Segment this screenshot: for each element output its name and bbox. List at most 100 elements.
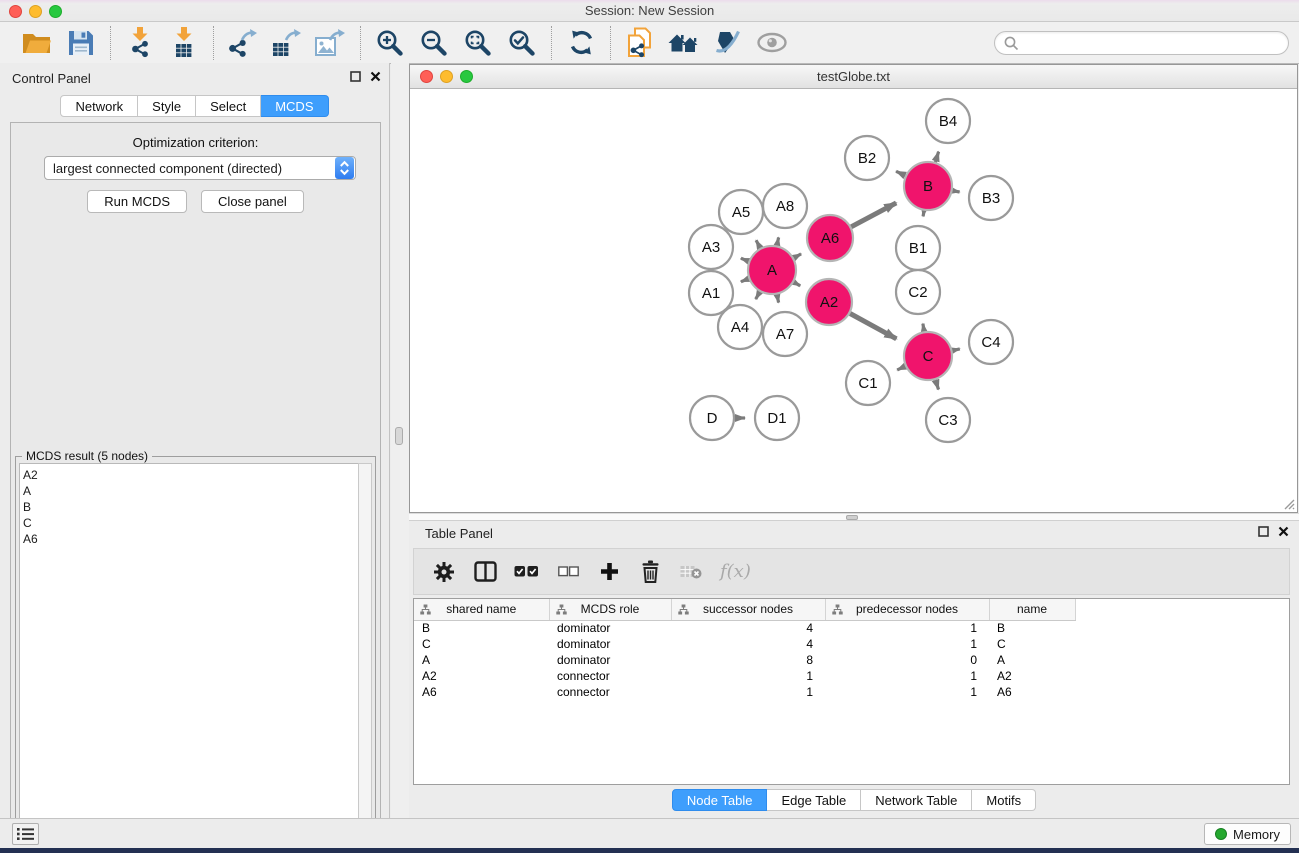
tab-network-table[interactable]: Network Table [861, 789, 972, 811]
table-row[interactable]: Adominator80A [414, 652, 1290, 668]
tab-mcds[interactable]: MCDS [261, 95, 328, 117]
table-cell[interactable]: 4 [671, 620, 825, 636]
tab-select[interactable]: Select [196, 95, 261, 117]
save-icon[interactable] [62, 25, 100, 61]
table-cell[interactable]: 4 [671, 636, 825, 652]
result-list-item[interactable]: C [23, 515, 358, 531]
search-input[interactable] [1023, 34, 1288, 52]
graph-edge-A-A4[interactable] [756, 292, 760, 299]
graph-edge-C-C4[interactable] [952, 349, 959, 351]
result-list-item[interactable]: A2 [23, 467, 358, 483]
table-cell[interactable]: A6 [989, 684, 1075, 700]
result-list-item[interactable]: A6 [23, 531, 358, 547]
graph-edge-C-C2[interactable] [923, 324, 924, 332]
table-cell[interactable]: C [414, 636, 549, 652]
table-cell[interactable]: A6 [414, 684, 549, 700]
graph-edge-B-B1[interactable] [923, 211, 924, 217]
table-cell[interactable]: connector [549, 668, 671, 684]
table-row[interactable]: Bdominator41B [414, 620, 1290, 636]
vertical-splitter-handle[interactable] [395, 427, 403, 445]
criterion-select[interactable]: largest connected component (directed) [44, 156, 356, 180]
graph-edge-A-A7[interactable] [777, 295, 779, 303]
memory-button[interactable]: Memory [1204, 823, 1291, 845]
add-row-icon[interactable] [597, 558, 621, 586]
network-file-icon[interactable] [621, 25, 659, 61]
table-cell[interactable]: 1 [825, 684, 989, 700]
graph-edge-A-A8[interactable] [777, 237, 779, 245]
horizontal-splitter-handle[interactable] [846, 515, 858, 520]
zoom-in-icon[interactable] [371, 25, 409, 61]
graph-edge-B-B4[interactable] [935, 152, 938, 163]
table-cell[interactable]: 8 [671, 652, 825, 668]
table-row[interactable]: A6connector11A6 [414, 684, 1290, 700]
result-list-item[interactable]: A [23, 483, 358, 499]
select-all-icon[interactable] [514, 558, 539, 586]
tab-network[interactable]: Network [60, 95, 138, 117]
export-image-icon[interactable] [312, 25, 350, 61]
column-header-shared-name[interactable]: shared name [414, 599, 549, 620]
graph-edge-C-C1[interactable] [897, 366, 905, 370]
graph-edge-A-A6[interactable] [794, 254, 801, 258]
export-table-icon[interactable] [268, 25, 306, 61]
network-canvas[interactable]: B4B2BB3A8A5A6A3B1AC2A1A2A4A7C4CC1C3DD1 [410, 89, 1297, 512]
graph-edge-C-C3[interactable] [936, 380, 939, 390]
delete-row-icon[interactable] [638, 558, 662, 586]
import-network-icon[interactable] [121, 25, 159, 61]
zoom-selected-icon[interactable] [503, 25, 541, 61]
result-list-item[interactable]: B [23, 499, 358, 515]
open-folder-icon[interactable] [18, 25, 56, 61]
tab-style[interactable]: Style [138, 95, 196, 117]
graph-edge-A6-B[interactable] [851, 203, 896, 227]
resize-grip-icon[interactable] [1281, 496, 1295, 510]
style-off-icon[interactable] [709, 25, 747, 61]
columns-icon[interactable] [473, 558, 497, 586]
table-cell[interactable]: dominator [549, 636, 671, 652]
table-cell[interactable]: 1 [825, 620, 989, 636]
close-panel-icon[interactable] [370, 71, 381, 82]
table-row[interactable]: Cdominator41C [414, 636, 1290, 652]
tab-edge-table[interactable]: Edge Table [767, 789, 861, 811]
import-table-icon[interactable] [165, 25, 203, 61]
refresh-layout-icon[interactable] [562, 25, 600, 61]
column-header-predecessor-nodes[interactable]: predecessor nodes [825, 599, 989, 620]
table-cell[interactable]: connector [549, 684, 671, 700]
table-cell[interactable]: 0 [825, 652, 989, 668]
float-table-panel-icon[interactable] [1258, 526, 1269, 537]
table-cell[interactable]: A [989, 652, 1075, 668]
table-cell[interactable]: 1 [825, 668, 989, 684]
home-icon[interactable] [665, 25, 703, 61]
zoom-fit-icon[interactable] [459, 25, 497, 61]
run-mcds-button[interactable]: Run MCDS [87, 190, 187, 213]
graph-edge-A2-C[interactable] [850, 314, 896, 339]
column-header-successor-nodes[interactable]: successor nodes [671, 599, 825, 620]
table-cell[interactable]: B [989, 620, 1075, 636]
graph-edge-A-A2[interactable] [794, 282, 800, 286]
tab-motifs[interactable]: Motifs [972, 789, 1036, 811]
zoom-out-icon[interactable] [415, 25, 453, 61]
export-network-icon[interactable] [224, 25, 262, 61]
graph-edge-B-B2[interactable] [896, 171, 905, 175]
search-box[interactable] [994, 31, 1289, 55]
float-panel-icon[interactable] [350, 71, 361, 82]
table-cell[interactable]: A2 [989, 668, 1075, 684]
network-window-titlebar[interactable]: testGlobe.txt [410, 65, 1297, 89]
table-row[interactable]: A2connector11A2 [414, 668, 1290, 684]
table-cell[interactable]: dominator [549, 652, 671, 668]
table-cell[interactable]: 1 [825, 636, 989, 652]
deselect-all-icon[interactable] [556, 558, 580, 586]
result-scrollbar[interactable] [358, 463, 372, 853]
graph-edge-A-A5[interactable] [756, 240, 760, 248]
table-cell[interactable]: 1 [671, 668, 825, 684]
table-cell[interactable]: 1 [671, 684, 825, 700]
close-panel-button[interactable]: Close panel [201, 190, 304, 213]
table-cell[interactable]: A2 [414, 668, 549, 684]
task-history-button[interactable] [12, 823, 39, 845]
graph-edge-A-A1[interactable] [741, 279, 749, 282]
close-table-panel-icon[interactable] [1278, 526, 1289, 537]
table-cell[interactable]: C [989, 636, 1075, 652]
settings-gear-icon[interactable] [432, 558, 456, 586]
graph-edge-A-A3[interactable] [741, 258, 749, 261]
graph-edge-B-B3[interactable] [953, 191, 960, 192]
table-cell[interactable]: B [414, 620, 549, 636]
table-cell[interactable]: dominator [549, 620, 671, 636]
